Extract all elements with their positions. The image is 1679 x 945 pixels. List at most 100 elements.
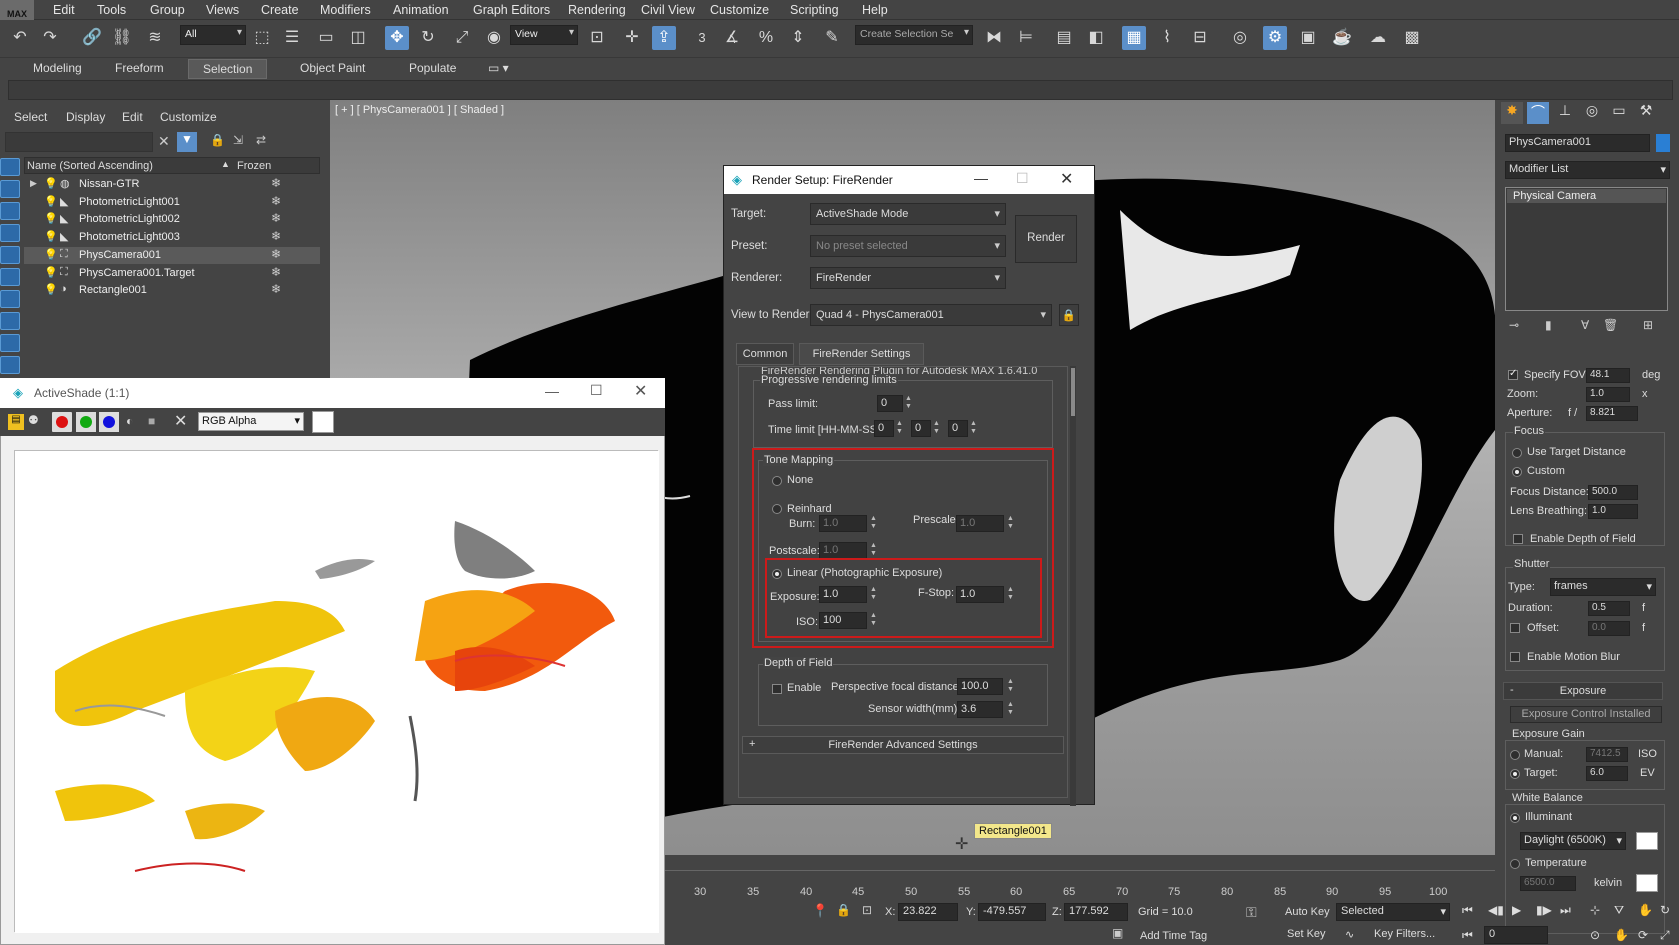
key-mode-toggle-icon[interactable]: ⏮ bbox=[1462, 928, 1473, 943]
angle-snap-icon[interactable]: ∡ bbox=[720, 26, 744, 50]
show-end-result-icon[interactable]: ▮ bbox=[1545, 318, 1552, 332]
orbit-icon[interactable]: ↻ bbox=[1660, 903, 1670, 917]
schematic-icon[interactable]: ⊟ bbox=[1188, 26, 1212, 50]
expand-icon[interactable]: ▶ bbox=[30, 178, 37, 189]
spinner-icon[interactable]: ▲ ▼ bbox=[1007, 586, 1015, 603]
frozen-icon[interactable]: ❄ bbox=[271, 176, 281, 190]
key-icon[interactable]: ⚿ bbox=[1246, 904, 1257, 921]
scene-menu-select[interactable]: Select bbox=[14, 110, 47, 124]
y-coord-input[interactable]: -479.557 bbox=[978, 903, 1046, 921]
advanced-settings-rollout[interactable]: + FireRender Advanced Settings bbox=[742, 736, 1064, 754]
clear-search-icon[interactable]: ✕ bbox=[158, 133, 170, 150]
fstop-input[interactable]: 1.0 bbox=[956, 586, 1004, 603]
play-icon[interactable]: ▶ bbox=[1512, 903, 1521, 917]
frozen-icon[interactable]: ❄ bbox=[271, 282, 281, 296]
scene-row-selected[interactable]: 💡 ⛶ PhysCamera001 ❄ bbox=[24, 247, 320, 264]
next-frame-icon[interactable]: ▮▶ bbox=[1536, 903, 1552, 917]
zoom-input[interactable]: 1.0 bbox=[1586, 387, 1630, 402]
align-icon[interactable]: ⊨ bbox=[1014, 26, 1038, 50]
motion-blur-checkbox[interactable] bbox=[1510, 652, 1520, 662]
current-frame-input[interactable]: 0 bbox=[1484, 926, 1548, 944]
display-containers-icon[interactable] bbox=[0, 356, 20, 374]
green-channel-toggle[interactable] bbox=[76, 412, 96, 432]
render-cloud-icon[interactable]: ☁ bbox=[1366, 26, 1390, 50]
col-name[interactable]: Name (Sorted Ascending) bbox=[27, 160, 153, 172]
a360-icon[interactable]: ▩ bbox=[1400, 26, 1424, 50]
spinner-icon[interactable]: ▲ ▼ bbox=[870, 515, 878, 532]
pan-hand-icon[interactable]: ✋ bbox=[1614, 928, 1629, 942]
curve-editor-icon[interactable]: ⌇ bbox=[1155, 26, 1179, 50]
fov-input[interactable]: 48.1 bbox=[1586, 368, 1630, 383]
spinner-icon[interactable]: ▲ ▼ bbox=[870, 586, 878, 603]
minimize-icon[interactable]: — bbox=[974, 170, 988, 186]
lightbulb-icon[interactable]: 💡 bbox=[44, 266, 58, 279]
lightbulb-icon[interactable]: 💡 bbox=[44, 230, 58, 243]
selection-filter-dropdown[interactable]: All ▾ bbox=[180, 25, 246, 45]
display-cameras-icon[interactable] bbox=[0, 224, 20, 242]
scene-row[interactable]: 💡 ◣ PhotometricLight001 ❄ bbox=[24, 194, 320, 211]
motion-tab-icon[interactable]: ◎ bbox=[1581, 102, 1603, 124]
z-coord-input[interactable]: 177.592 bbox=[1064, 903, 1128, 921]
link-icon[interactable]: 🔗 bbox=[80, 26, 104, 50]
temperature-color-swatch[interactable] bbox=[1636, 874, 1658, 892]
tab-object-paint[interactable]: Object Paint bbox=[300, 61, 365, 75]
modifier-stack[interactable]: Physical Camera bbox=[1505, 187, 1668, 311]
go-to-start-icon[interactable]: ⏮ bbox=[1462, 903, 1473, 918]
pin-icon[interactable]: 📍 bbox=[812, 903, 828, 919]
bind-space-warp-icon[interactable]: ≋ bbox=[143, 26, 167, 50]
duration-input[interactable]: 0.5 bbox=[1588, 601, 1630, 616]
pass-limit-input[interactable]: 0 bbox=[877, 395, 903, 412]
auto-key-button[interactable]: Auto Key bbox=[1285, 906, 1330, 918]
dof-enable-checkbox[interactable] bbox=[772, 684, 782, 694]
viewport-label[interactable]: [ + ] [ PhysCamera001 ] [ Shaded ] bbox=[335, 104, 504, 116]
tab-firerender-settings[interactable]: FireRender Settings bbox=[799, 343, 924, 365]
menu-views[interactable]: Views bbox=[206, 3, 239, 17]
pan-view-icon[interactable]: ✋ bbox=[1638, 903, 1653, 917]
settings-scrollbar[interactable] bbox=[1070, 366, 1076, 806]
menu-modifiers[interactable]: Modifiers bbox=[320, 3, 371, 17]
edit-named-sets-icon[interactable]: ✎ bbox=[820, 26, 844, 50]
scene-explorer-icon[interactable]: ◧ bbox=[1084, 26, 1108, 50]
menu-help[interactable]: Help bbox=[862, 3, 888, 17]
target-dropdown[interactable]: ActiveShade Mode ▾ bbox=[810, 203, 1006, 225]
lightbulb-icon[interactable]: 💡 bbox=[44, 195, 58, 208]
display-tab-icon[interactable]: ▭ bbox=[1608, 102, 1630, 124]
spinner-icon[interactable]: ▲ ▼ bbox=[933, 420, 941, 437]
layer-icon[interactable]: ▤ bbox=[1052, 26, 1076, 50]
menu-civil-view[interactable]: Civil View bbox=[641, 3, 695, 17]
scene-menu-display[interactable]: Display bbox=[66, 110, 105, 124]
absolute-mode-icon[interactable]: ⊡ bbox=[862, 903, 872, 917]
clear-icon[interactable]: ✕ bbox=[174, 411, 187, 431]
hierarchy-icon[interactable]: ⇲ bbox=[233, 133, 243, 147]
window-crossing-icon[interactable]: ◫ bbox=[346, 26, 370, 50]
key-mode-dropdown[interactable]: Selected ▾ bbox=[1336, 903, 1450, 921]
time-ss-input[interactable]: 0 bbox=[948, 420, 968, 437]
maximize-viewport-icon[interactable]: ⤢ bbox=[1660, 928, 1670, 943]
alpha-channel-icon[interactable]: ◐ bbox=[126, 414, 133, 428]
aperture-input[interactable]: 8.821 bbox=[1586, 406, 1638, 421]
menu-customize[interactable]: Customize bbox=[710, 3, 769, 17]
menu-rendering[interactable]: Rendering bbox=[568, 3, 626, 17]
channel-dropdown[interactable]: RGB Alpha ▾ bbox=[198, 412, 304, 431]
spinner-icon[interactable]: ▲ ▼ bbox=[896, 420, 904, 437]
lightbulb-icon[interactable]: 💡 bbox=[44, 283, 58, 296]
enable-dof-checkbox[interactable] bbox=[1513, 534, 1523, 544]
prev-frame-icon[interactable]: ◀▮ bbox=[1488, 903, 1504, 917]
render-button[interactable]: Render bbox=[1015, 215, 1077, 263]
make-unique-icon[interactable]: ∀ bbox=[1581, 318, 1589, 332]
tone-reinhard-radio[interactable] bbox=[772, 504, 782, 514]
focal-distance-input[interactable]: 100.0 bbox=[957, 678, 1003, 695]
configure-sets-icon[interactable]: ⊞ bbox=[1643, 318, 1653, 332]
display-helpers-icon[interactable] bbox=[0, 246, 20, 264]
rendered-frame-icon[interactable]: ▣ bbox=[1296, 26, 1320, 50]
frozen-icon[interactable]: ❄ bbox=[271, 247, 281, 261]
scene-row[interactable]: 💡 ◣ PhotometricLight002 ❄ bbox=[24, 211, 320, 228]
tab-modeling[interactable]: Modeling bbox=[33, 61, 82, 75]
menu-scripting[interactable]: Scripting bbox=[790, 3, 839, 17]
save-image-icon[interactable]: ▤ bbox=[8, 414, 24, 430]
stack-item-physical-camera[interactable]: Physical Camera bbox=[1507, 189, 1666, 203]
tab-freeform[interactable]: Freeform bbox=[115, 61, 164, 75]
minimize-icon[interactable]: — bbox=[545, 383, 559, 399]
exposure-rollout[interactable]: - Exposure bbox=[1503, 682, 1663, 700]
set-key-filter-icon[interactable]: ∿ bbox=[1345, 928, 1354, 941]
